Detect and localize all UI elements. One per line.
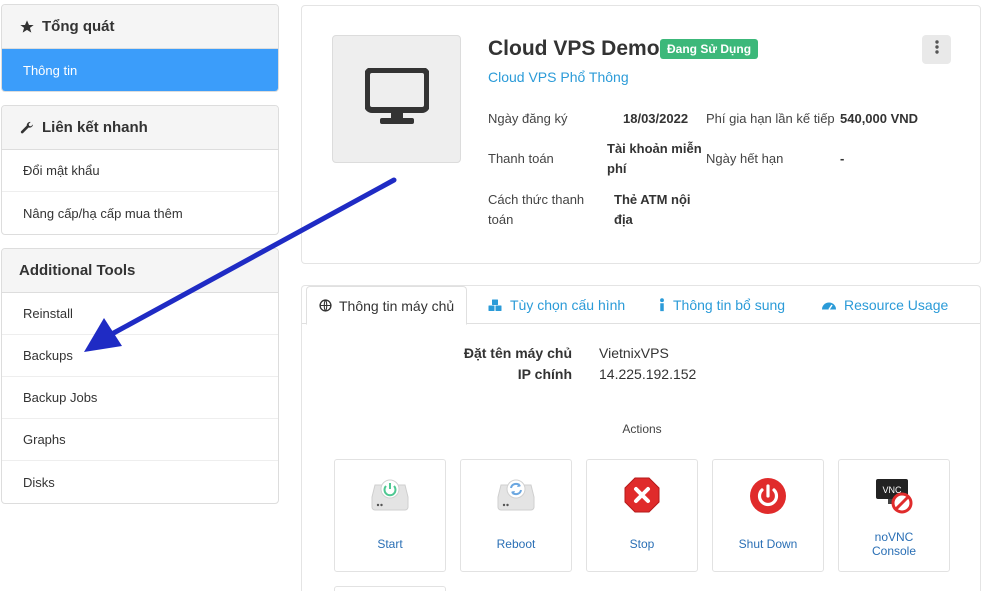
reboot-icon bbox=[461, 477, 571, 511]
payment-method-label-line2: toán bbox=[488, 212, 514, 227]
quicklinks-panel: Liên kết nhanh Đổi mật khẩu Nâng cấp/hạ … bbox=[1, 105, 279, 235]
reboot-button[interactable]: Reboot bbox=[460, 459, 572, 572]
globe-icon bbox=[319, 299, 332, 312]
overview-panel-title: Tổng quát bbox=[42, 18, 115, 35]
sidebar-item-label: Graphs bbox=[23, 432, 66, 447]
status-badge: Đang Sử Dụng bbox=[660, 39, 759, 59]
overview-panel-header: Tổng quát bbox=[2, 5, 278, 49]
due-date-label: Ngày hết hạn bbox=[706, 151, 784, 166]
quicklinks-panel-title: Liên kết nhanh bbox=[42, 119, 148, 136]
quicklinks-panel-header: Liên kết nhanh bbox=[2, 106, 278, 150]
tab-label: Thông tin máy chủ bbox=[339, 297, 455, 314]
novnc-label-line1: noVNC bbox=[874, 530, 914, 544]
vnc-console-icon: VNC bbox=[839, 477, 949, 515]
product-group-link[interactable]: Cloud VPS Phổ Thông bbox=[488, 69, 629, 85]
sidebar-item-disks[interactable]: Disks bbox=[2, 461, 278, 503]
shutdown-button[interactable]: Shut Down bbox=[712, 459, 824, 572]
product-image bbox=[332, 35, 461, 163]
power-off-icon bbox=[713, 477, 823, 515]
sidebar-item-backup-jobs[interactable]: Backup Jobs bbox=[2, 377, 278, 419]
tab-resource-usage[interactable]: Resource Usage bbox=[821, 286, 948, 324]
tools-panel-header: Additional Tools bbox=[2, 249, 278, 293]
stop-icon bbox=[587, 477, 697, 513]
cubes-icon bbox=[488, 299, 503, 312]
sidebar-item-backups[interactable]: Backups bbox=[2, 335, 278, 377]
shutdown-label: Shut Down bbox=[738, 537, 798, 551]
sidebar-item-label: Disks bbox=[23, 474, 55, 490]
server-tabs-panel: Thông tin máy chủ Tùy chọn cấu hình Thôn… bbox=[301, 285, 981, 591]
primary-ip-value: 14.225.192.152 bbox=[599, 366, 697, 382]
sidebar-item-label: Nâng cấp/hạ cấp mua thêm bbox=[23, 205, 183, 221]
overview-panel: Tổng quát Thông tin bbox=[1, 4, 279, 92]
sidebar-item-upgrade[interactable]: Nâng cấp/hạ cấp mua thêm bbox=[2, 192, 278, 234]
tab-config-options[interactable]: Tùy chọn cấu hình bbox=[488, 286, 625, 324]
registration-date-value: 18/03/2022 bbox=[623, 111, 689, 126]
start-button[interactable]: Start bbox=[334, 459, 446, 572]
tools-panel: Additional Tools Reinstall Backups Backu… bbox=[1, 248, 279, 504]
sidebar-item-label: Đổi mật khẩu bbox=[23, 163, 100, 178]
monitor-icon bbox=[363, 66, 430, 131]
star-icon bbox=[19, 19, 35, 35]
due-date-value: - bbox=[840, 151, 845, 166]
novnc-label: noVNC Console bbox=[839, 530, 949, 558]
sidebar-item-label: Thông tin bbox=[23, 62, 78, 78]
novnc-console-button[interactable]: VNC noVNC Console bbox=[838, 459, 950, 572]
renewal-fee-value: 540,000 VND bbox=[840, 111, 919, 126]
tab-bar: Thông tin máy chủ Tùy chọn cấu hình Thôn… bbox=[302, 286, 980, 325]
sidebar-item-label: Reinstall bbox=[23, 306, 73, 321]
tools-panel-title: Additional Tools bbox=[19, 262, 136, 279]
next-action-button-partial[interactable] bbox=[334, 586, 446, 591]
renewal-fee-label: Phí gia hạn lần kế tiếp bbox=[706, 111, 835, 126]
sidebar-item-reinstall[interactable]: Reinstall bbox=[2, 293, 278, 335]
payment-method-value-line2: địa bbox=[614, 212, 633, 227]
tab-label: Thông tin bổ sung bbox=[673, 297, 786, 313]
power-on-icon bbox=[335, 477, 445, 511]
product-title: Cloud VPS Demo bbox=[488, 37, 660, 60]
sidebar-item-graphs[interactable]: Graphs bbox=[2, 419, 278, 461]
wrench-icon bbox=[19, 120, 35, 136]
novnc-label-line2: Console bbox=[871, 544, 917, 558]
product-card: Cloud VPS Demo Đang Sử Dụng Cloud VPS Ph… bbox=[301, 5, 981, 264]
tab-server-info[interactable]: Thông tin máy chủ bbox=[306, 286, 468, 325]
actions-title: Actions bbox=[622, 422, 662, 436]
start-label: Start bbox=[377, 537, 403, 551]
tab-additional-info[interactable]: Thông tin bổ sung bbox=[658, 286, 785, 324]
more-options-button[interactable] bbox=[922, 35, 951, 64]
tab-label: Tùy chọn cấu hình bbox=[510, 297, 626, 313]
payment-method-label-line1: Cách thức thanh bbox=[488, 192, 585, 207]
hostname-value: VietnixVPS bbox=[599, 345, 669, 361]
sidebar-item-label: Backups bbox=[23, 348, 73, 363]
payment-value-line1: Tài khoản miễn bbox=[607, 141, 702, 156]
dashboard-icon bbox=[821, 299, 837, 311]
sidebar-item-label: Backup Jobs bbox=[23, 390, 98, 405]
tab-label: Resource Usage bbox=[844, 297, 949, 313]
sidebar-item-info[interactable]: Thông tin bbox=[2, 49, 278, 91]
registration-date-label: Ngày đăng ký bbox=[488, 111, 568, 126]
hostname-label: Đặt tên máy chủ bbox=[463, 345, 572, 361]
sidebar-item-change-password[interactable]: Đổi mật khẩu bbox=[2, 150, 278, 192]
info-icon bbox=[658, 298, 666, 312]
stop-label: Stop bbox=[629, 537, 655, 551]
payment-method-value-line1: Thẻ ATM nội bbox=[614, 192, 691, 207]
reboot-label: Reboot bbox=[496, 537, 536, 551]
primary-ip-label: IP chính bbox=[517, 366, 572, 382]
stop-button[interactable]: Stop bbox=[586, 459, 698, 572]
payment-value-line2: phí bbox=[607, 161, 627, 176]
kebab-menu-icon bbox=[934, 40, 939, 59]
payment-label: Thanh toán bbox=[488, 151, 554, 166]
